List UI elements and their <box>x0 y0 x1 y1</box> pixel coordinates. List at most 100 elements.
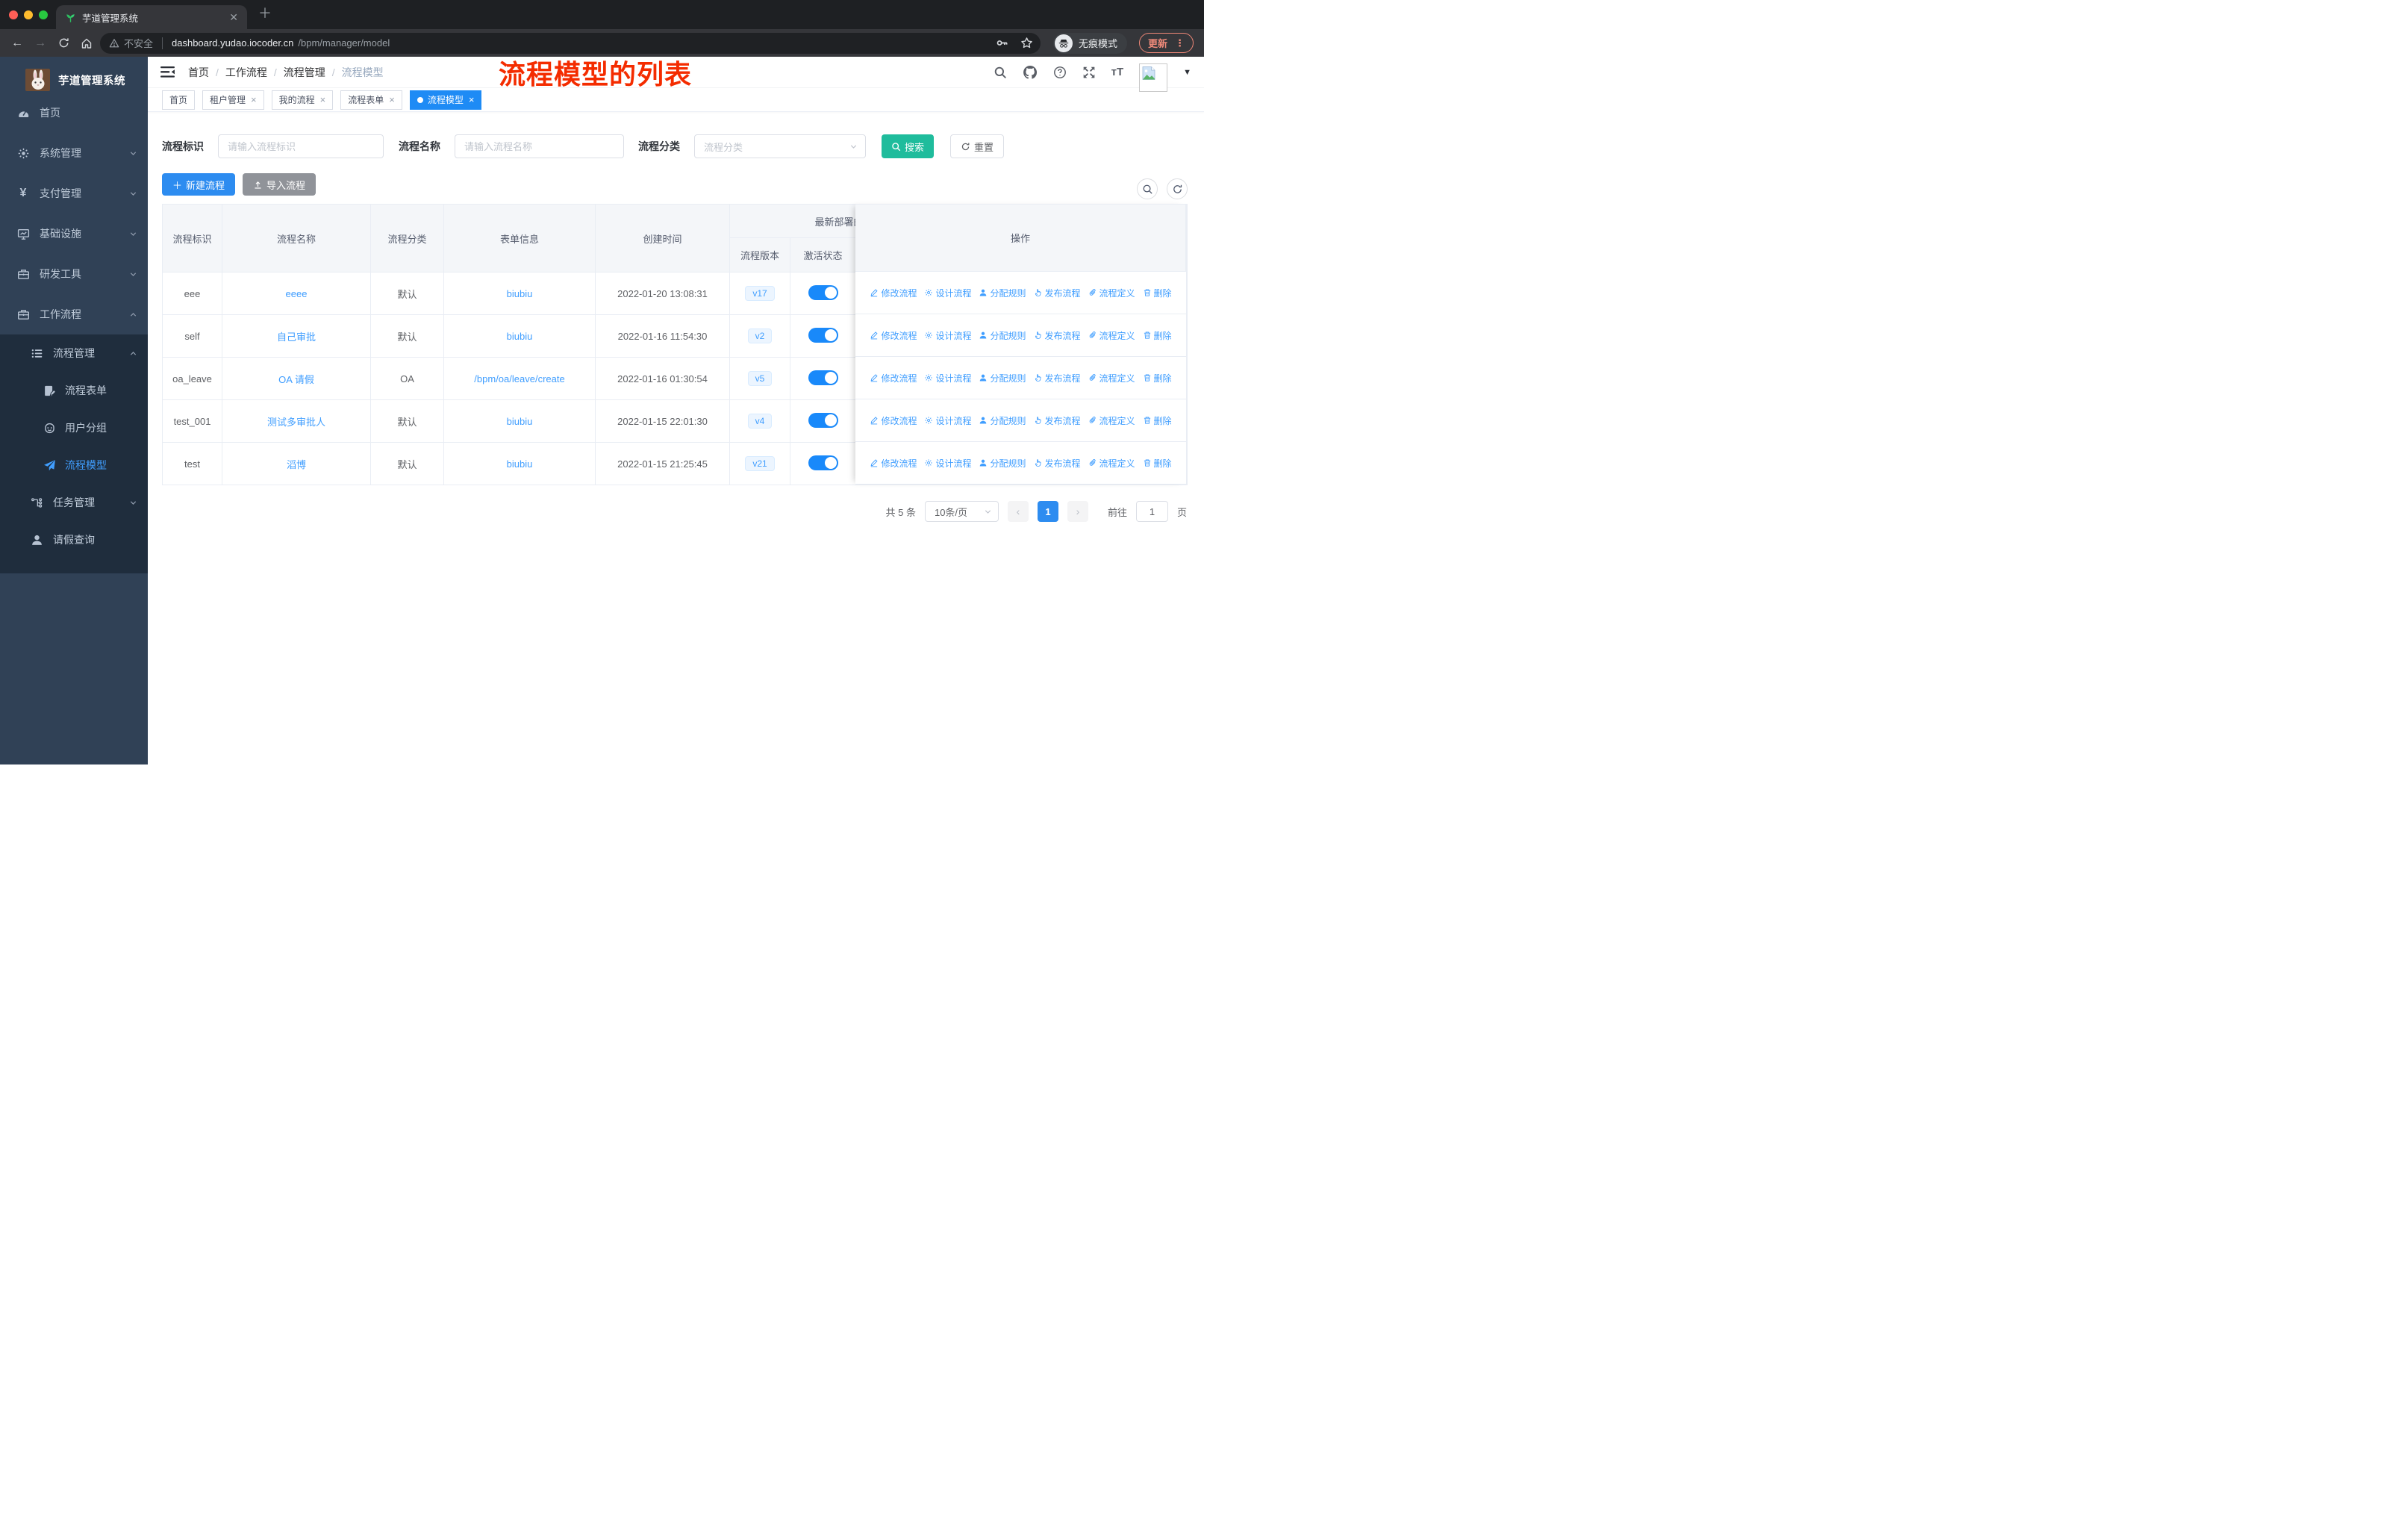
action-publish-link[interactable]: 发布流程 <box>1034 457 1081 470</box>
menu-dots-icon[interactable]: ⋮ <box>1175 37 1185 49</box>
breadcrumb-home[interactable]: 首页 <box>188 65 219 80</box>
process-key-input[interactable] <box>218 134 384 158</box>
breadcrumb-workflow[interactable]: 工作流程 <box>225 65 277 80</box>
action-design-link[interactable]: 设计流程 <box>924 329 971 342</box>
import-process-button[interactable]: 导入流程 <box>243 173 316 196</box>
close-icon[interactable]: × <box>251 94 257 105</box>
action-assign-rule-link[interactable]: 分配规则 <box>979 457 1026 470</box>
user-avatar[interactable] <box>1139 63 1168 92</box>
action-delete-link[interactable]: 删除 <box>1143 329 1172 342</box>
action-modify-link[interactable]: 修改流程 <box>870 372 917 384</box>
page-size-select[interactable]: 10条/页 <box>924 501 999 522</box>
process-name-link[interactable]: 自己审批 <box>277 331 316 343</box>
status-toggle[interactable] <box>808 455 838 470</box>
tab-tenant[interactable]: 租户管理 × <box>202 90 264 110</box>
breadcrumb-process-mgmt[interactable]: 流程管理 <box>284 65 335 80</box>
reload-button[interactable] <box>54 37 73 49</box>
sidebar-item-home[interactable]: 首页 <box>0 93 148 133</box>
tab-my-process[interactable]: 我的流程 × <box>271 90 334 110</box>
key-icon[interactable] <box>996 37 1008 49</box>
sidebar-item-infra[interactable]: 基础设施 <box>0 214 148 254</box>
close-icon[interactable]: × <box>320 94 326 105</box>
close-icon[interactable]: × <box>389 94 395 105</box>
traffic-zoom-button[interactable] <box>39 10 48 19</box>
action-design-link[interactable]: 设计流程 <box>924 414 971 427</box>
form-info-link[interactable]: biubiu <box>507 458 533 470</box>
sidebar-item-process-model[interactable]: 流程模型 <box>0 446 148 484</box>
action-definition-link[interactable]: 流程定义 <box>1088 414 1135 427</box>
table-refresh-button[interactable] <box>1167 178 1188 199</box>
goto-page-input[interactable] <box>1135 501 1168 522</box>
close-icon[interactable]: × <box>469 94 475 105</box>
font-size-icon[interactable]: ᴛT <box>1111 66 1124 78</box>
home-button[interactable] <box>77 37 96 49</box>
action-modify-link[interactable]: 修改流程 <box>870 329 917 342</box>
bookmark-star-icon[interactable] <box>1020 37 1033 49</box>
action-publish-link[interactable]: 发布流程 <box>1034 329 1081 342</box>
update-button[interactable]: 更新 ⋮ <box>1138 33 1194 53</box>
process-name-link[interactable]: eeee <box>286 288 308 299</box>
action-delete-link[interactable]: 删除 <box>1143 457 1172 470</box>
next-page-button[interactable]: › <box>1067 501 1088 522</box>
github-icon[interactable] <box>1023 65 1038 80</box>
form-info-link[interactable]: biubiu <box>507 331 533 342</box>
action-definition-link[interactable]: 流程定义 <box>1088 457 1135 470</box>
sidebar-item-process-mgmt[interactable]: 流程管理 <box>0 334 148 372</box>
security-status[interactable]: 不安全 <box>109 36 153 50</box>
tab-close-icon[interactable]: ✕ <box>229 11 238 24</box>
back-button[interactable]: ← <box>7 37 27 50</box>
tab-home[interactable]: 首页 <box>162 90 196 110</box>
new-tab-button[interactable]: ＋ <box>258 7 272 20</box>
sidebar-item-workflow[interactable]: 工作流程 <box>0 294 148 334</box>
browser-tab[interactable]: 芋道管理系统 ✕ <box>56 5 247 29</box>
action-assign-rule-link[interactable]: 分配规则 <box>979 287 1026 299</box>
action-assign-rule-link[interactable]: 分配规则 <box>979 414 1026 427</box>
avatar-caret-icon[interactable]: ▼ <box>1183 68 1191 77</box>
action-assign-rule-link[interactable]: 分配规则 <box>979 372 1026 384</box>
action-definition-link[interactable]: 流程定义 <box>1088 329 1135 342</box>
action-delete-link[interactable]: 删除 <box>1143 287 1172 299</box>
fullscreen-icon[interactable] <box>1082 66 1096 79</box>
collapse-sidebar-icon[interactable] <box>160 66 175 78</box>
traffic-minimize-button[interactable] <box>24 10 33 19</box>
action-modify-link[interactable]: 修改流程 <box>870 287 917 299</box>
status-toggle[interactable] <box>808 284 838 300</box>
action-publish-link[interactable]: 发布流程 <box>1034 372 1081 384</box>
sidebar-item-system[interactable]: 系统管理 <box>0 133 148 173</box>
reset-button[interactable]: 重置 <box>950 134 1005 158</box>
sidebar-item-payment[interactable]: ¥ 支付管理 <box>0 173 148 214</box>
search-button[interactable]: 搜索 <box>882 134 935 158</box>
tab-process-model[interactable]: 流程模型 × <box>409 90 482 110</box>
action-design-link[interactable]: 设计流程 <box>924 287 971 299</box>
status-toggle[interactable] <box>808 370 838 385</box>
form-info-link[interactable]: biubiu <box>507 416 533 427</box>
process-name-link[interactable]: 滔博 <box>287 459 306 470</box>
sidebar-item-task-mgmt[interactable]: 任务管理 <box>0 484 148 521</box>
address-bar[interactable]: 不安全 dashboard.yudao.iocoder.cn/bpm/manag… <box>100 32 1041 54</box>
current-page-button[interactable]: 1 <box>1037 501 1058 522</box>
form-info-link[interactable]: biubiu <box>507 288 533 299</box>
action-modify-link[interactable]: 修改流程 <box>870 457 917 470</box>
action-assign-rule-link[interactable]: 分配规则 <box>979 329 1026 342</box>
action-modify-link[interactable]: 修改流程 <box>870 414 917 427</box>
search-icon[interactable] <box>994 66 1007 79</box>
forward-button[interactable]: → <box>31 37 50 50</box>
prev-page-button[interactable]: ‹ <box>1007 501 1029 522</box>
table-search-button[interactable] <box>1137 178 1158 199</box>
process-category-select[interactable]: 流程分类 <box>694 134 866 158</box>
process-name-link[interactable]: OA 请假 <box>278 374 314 385</box>
app-logo-row[interactable]: 芋道管理系统 <box>0 57 148 93</box>
action-design-link[interactable]: 设计流程 <box>924 372 971 384</box>
status-toggle[interactable] <box>808 327 838 343</box>
help-question-icon[interactable] <box>1053 66 1067 79</box>
action-definition-link[interactable]: 流程定义 <box>1088 372 1135 384</box>
create-process-button[interactable]: ＋ 新建流程 <box>162 173 236 196</box>
form-info-link[interactable]: /bpm/oa/leave/create <box>474 373 564 384</box>
sidebar-item-leave-query[interactable]: 请假查询 <box>0 521 148 558</box>
action-delete-link[interactable]: 删除 <box>1143 414 1172 427</box>
tab-process-form[interactable]: 流程表单 × <box>340 90 402 110</box>
action-publish-link[interactable]: 发布流程 <box>1034 287 1081 299</box>
action-design-link[interactable]: 设计流程 <box>924 457 971 470</box>
action-delete-link[interactable]: 删除 <box>1143 372 1172 384</box>
process-name-input[interactable] <box>455 134 624 158</box>
